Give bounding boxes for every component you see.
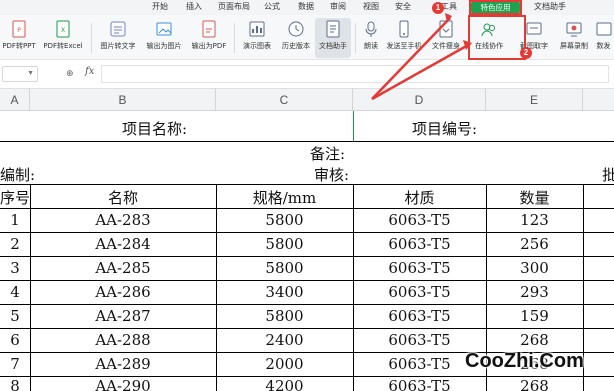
highlight-special-apps: [469, 0, 522, 15]
arrow-to-special-apps: [371, 17, 451, 100]
watermark-text: CooZhi.Com: [465, 350, 584, 372]
step-badge-1: 1: [432, 2, 444, 14]
arrow-to-collaboration: [371, 42, 471, 101]
step-badge-2: 2: [520, 47, 532, 59]
highlight-online-collaboration: [468, 15, 526, 60]
